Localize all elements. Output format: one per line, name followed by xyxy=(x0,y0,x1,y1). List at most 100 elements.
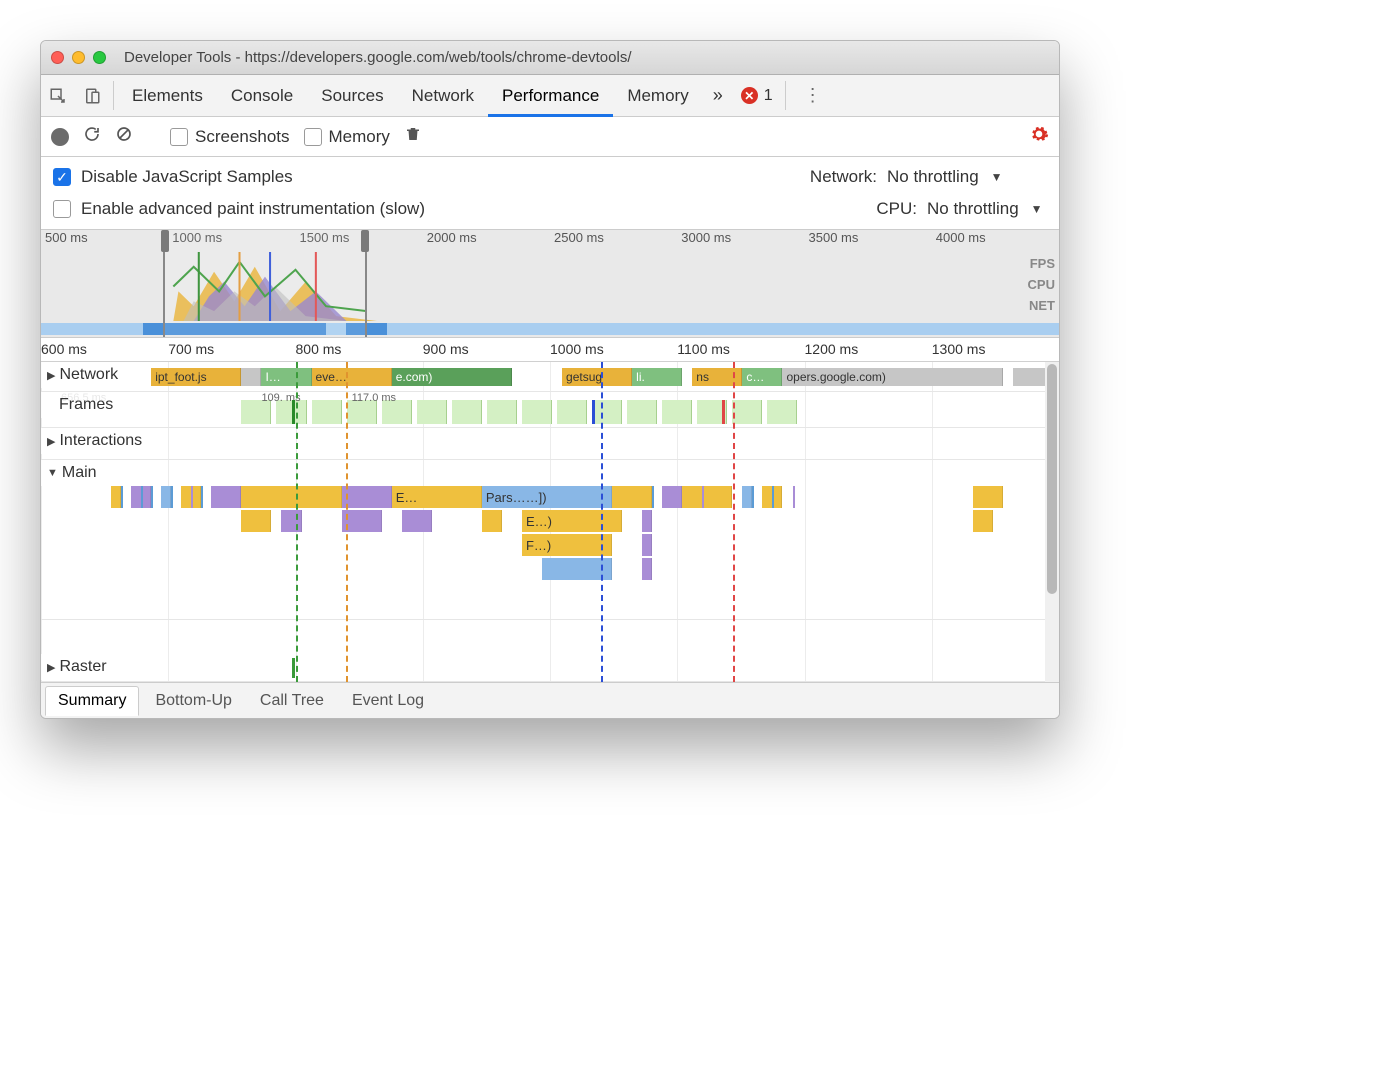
inspect-element-icon[interactable] xyxy=(41,75,75,116)
flame-bar[interactable] xyxy=(642,510,652,532)
track-frames[interactable]: Frames 656.5 ms109. ms117.0 ms xyxy=(41,392,1059,428)
screenshots-checkbox[interactable] xyxy=(170,128,188,146)
flame-bar[interactable]: Pars……]) xyxy=(482,486,612,508)
network-request-bar[interactable]: li. xyxy=(632,368,682,386)
error-indicator[interactable]: ✕ 1 xyxy=(733,75,781,116)
reload-icon[interactable] xyxy=(83,125,101,148)
trash-icon[interactable] xyxy=(404,125,422,148)
scroll-thumb[interactable] xyxy=(1047,364,1057,594)
frame-bar[interactable] xyxy=(627,400,657,424)
flame-bar[interactable] xyxy=(402,510,432,532)
track-frames-header[interactable]: Frames xyxy=(41,392,119,418)
flame-chart[interactable]: ▶ Network ipt_foot.js I…eve…e.com) getsugl… xyxy=(41,362,1059,682)
frame-bar[interactable] xyxy=(662,400,692,424)
timeline-overview[interactable]: 500 ms1000 ms1500 ms2000 ms2500 ms3000 m… xyxy=(41,230,1059,338)
flame-bar[interactable]: E… xyxy=(392,486,482,508)
flame-bar[interactable] xyxy=(342,510,382,532)
memory-checkbox[interactable] xyxy=(304,128,322,146)
clear-icon[interactable] xyxy=(115,125,133,148)
viewport-handle-left[interactable] xyxy=(161,230,169,252)
flame-bar[interactable]: E…) xyxy=(522,510,622,532)
chevron-right-icon: ▶ xyxy=(47,435,55,448)
flame-bar[interactable] xyxy=(682,486,732,508)
network-request-bar[interactable] xyxy=(241,368,261,386)
flame-bar[interactable] xyxy=(482,510,502,532)
tab-memory[interactable]: Memory xyxy=(613,75,702,116)
overview-viewport[interactable] xyxy=(163,230,367,337)
tab-performance[interactable]: Performance xyxy=(488,75,613,116)
flame-bar[interactable] xyxy=(973,510,993,532)
paint-instrumentation-checkbox[interactable] xyxy=(53,200,71,218)
track-network-header[interactable]: ▶ Network xyxy=(41,362,124,388)
overview-tick: 2000 ms xyxy=(423,230,550,250)
network-request-bar[interactable]: opers.google.com) xyxy=(782,368,1002,386)
details-tab-event-log[interactable]: Event Log xyxy=(340,687,436,715)
frame-bar[interactable] xyxy=(557,400,587,424)
details-tab-summary[interactable]: Summary xyxy=(45,686,139,716)
flame-bar[interactable] xyxy=(742,486,752,508)
flame-bar[interactable] xyxy=(342,486,392,508)
flame-bar[interactable] xyxy=(642,534,652,556)
cpu-throttle-select[interactable]: No throttling ▼ xyxy=(927,199,1047,219)
track-interactions-header[interactable]: ▶ Interactions xyxy=(41,428,148,454)
details-tab-bottom-up[interactable]: Bottom-Up xyxy=(143,687,243,715)
frame-bar[interactable] xyxy=(417,400,447,424)
frame-bar[interactable] xyxy=(592,400,622,424)
frame-bar[interactable] xyxy=(767,400,797,424)
details-tabs: SummaryBottom-UpCall TreeEvent Log xyxy=(41,682,1059,718)
minimize-window-button[interactable] xyxy=(72,51,85,64)
network-request-bar[interactable]: c… xyxy=(742,368,782,386)
frame-bar[interactable] xyxy=(732,400,762,424)
details-tab-call-tree[interactable]: Call Tree xyxy=(248,687,336,715)
detail-ruler: 600 ms700 ms800 ms900 ms1000 ms1100 ms12… xyxy=(41,338,1059,362)
flame-bar[interactable] xyxy=(161,486,171,508)
flame-bar[interactable] xyxy=(642,558,652,580)
track-network[interactable]: ▶ Network ipt_foot.js I…eve…e.com) getsugl… xyxy=(41,362,1059,392)
memory-label: Memory xyxy=(329,127,390,147)
track-frames-label: Frames xyxy=(59,396,113,414)
record-button[interactable] xyxy=(51,128,69,146)
vertical-scrollbar[interactable] xyxy=(1045,362,1059,682)
network-request-bar[interactable]: ipt_foot.js xyxy=(151,368,241,386)
flame-bar[interactable] xyxy=(111,486,121,508)
network-request-bar[interactable]: e.com) xyxy=(392,368,512,386)
overview-tick: 3000 ms xyxy=(677,230,804,250)
network-request-bar[interactable]: eve… xyxy=(312,368,392,386)
network-request-bar[interactable]: I… xyxy=(261,368,311,386)
track-main[interactable]: ▼ Main E…Pars……])E…)F…) xyxy=(41,460,1059,620)
tab-console[interactable]: Console xyxy=(217,75,307,116)
flame-bar[interactable] xyxy=(973,486,1003,508)
flame-bar[interactable] xyxy=(241,510,271,532)
track-raster[interactable]: ▶ Raster xyxy=(41,654,1059,682)
flame-bar[interactable] xyxy=(612,486,652,508)
flame-bar[interactable] xyxy=(241,486,341,508)
ruler-tick: 1200 ms xyxy=(805,341,859,357)
frame-bar[interactable] xyxy=(522,400,552,424)
tab-elements[interactable]: Elements xyxy=(118,75,217,116)
device-toggle-icon[interactable] xyxy=(75,75,109,116)
flame-bar[interactable]: F…) xyxy=(522,534,612,556)
disable-js-samples-checkbox[interactable]: ✓ xyxy=(53,168,71,186)
flame-bar[interactable] xyxy=(542,558,612,580)
settings-gear-icon[interactable] xyxy=(1029,124,1049,150)
flame-bar[interactable] xyxy=(281,510,301,532)
tab-network[interactable]: Network xyxy=(398,75,488,116)
viewport-handle-right[interactable] xyxy=(361,230,369,252)
menu-kebab-icon[interactable]: ⋮ xyxy=(790,75,836,116)
track-raster-header[interactable]: ▶ Raster xyxy=(41,654,113,680)
frame-bar[interactable] xyxy=(487,400,517,424)
paint-instrumentation-label: Enable advanced paint instrumentation (s… xyxy=(81,199,425,219)
flame-bar[interactable] xyxy=(211,486,241,508)
tab-sources[interactable]: Sources xyxy=(307,75,397,116)
network-request-bar[interactable]: ns xyxy=(692,368,742,386)
frame-bar[interactable] xyxy=(452,400,482,424)
tabs-overflow-button[interactable]: » xyxy=(703,75,733,116)
zoom-window-button[interactable] xyxy=(93,51,106,64)
network-request-bar[interactable]: getsug xyxy=(562,368,632,386)
cpu-throttle-value: No throttling xyxy=(927,199,1019,219)
track-main-header[interactable]: ▼ Main xyxy=(41,460,103,486)
track-interactions[interactable]: ▶ Interactions xyxy=(41,428,1059,460)
close-window-button[interactable] xyxy=(51,51,64,64)
network-throttle-select[interactable]: No throttling ▼ xyxy=(887,167,1047,187)
frame-bar[interactable] xyxy=(312,400,342,424)
